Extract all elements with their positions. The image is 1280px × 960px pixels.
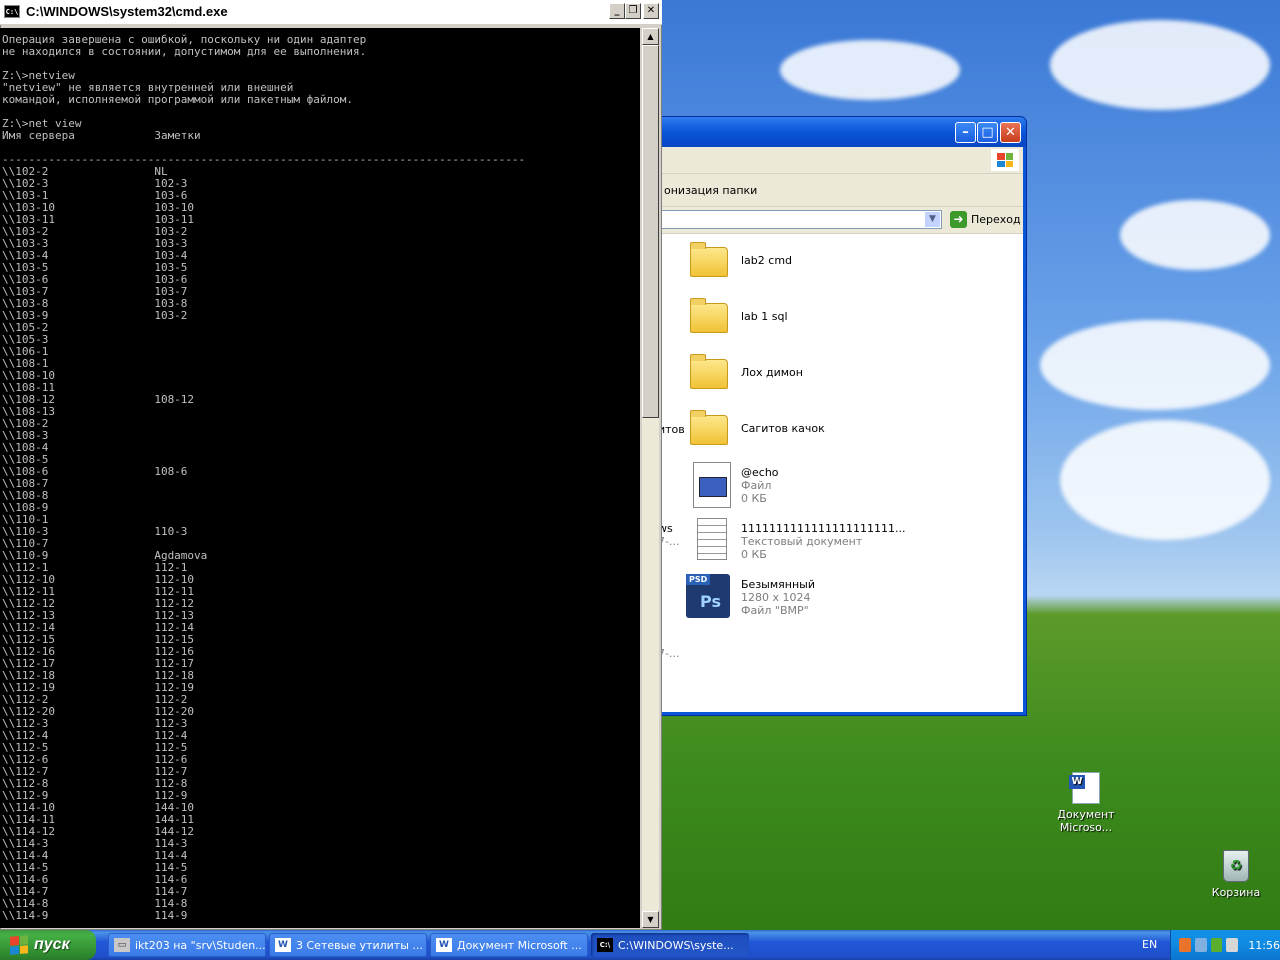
minimize-button[interactable]: _: [609, 3, 625, 19]
cmd-icon: C:\: [597, 938, 613, 952]
volume-tray-icon[interactable]: [1226, 938, 1239, 952]
cmd-titlebar[interactable]: C:\ C:\WINDOWS\system32\cmd.exe _ ❐ ✕: [0, 0, 662, 25]
file-item[interactable]: lab2 cmd: [690, 239, 990, 289]
console-output[interactable]: Операция завершена с ошибкой, поскольку …: [0, 28, 640, 928]
file-item[interactable]: @echo Файл 0 КБ: [690, 462, 990, 512]
taskbar-button-label: ikt203 на "srv\Studen...: [135, 938, 266, 952]
chevron-down-icon[interactable]: ▼: [925, 212, 940, 227]
cloud: [1060, 420, 1270, 540]
word-doc-icon: W: [1069, 772, 1100, 804]
restore-button[interactable]: ❐: [625, 3, 641, 19]
file-type: Файл: [741, 479, 772, 492]
folder-icon: [690, 351, 732, 393]
batch-file-icon: [690, 462, 732, 508]
taskbar: пуск ▭ ikt203 на "srv\Studen... W 3 Сете…: [0, 930, 1280, 960]
go-label: Переход: [971, 213, 1021, 226]
vertical-scrollbar[interactable]: ▲ ▼: [642, 28, 659, 928]
word-icon: W: [275, 938, 291, 952]
cmd-icon: C:\: [4, 5, 20, 18]
clock[interactable]: 11:56: [1248, 939, 1280, 952]
language-indicator[interactable]: EN: [1142, 938, 1157, 951]
cloud: [1120, 200, 1270, 270]
network-tray-icon[interactable]: [1194, 938, 1207, 952]
toolbar: онизация папки: [658, 174, 1023, 207]
taskbar-button[interactable]: ▭ ikt203 на "srv\Studen...: [108, 933, 266, 957]
scroll-down-button[interactable]: ▼: [642, 911, 659, 928]
photoshop-icon: PSD Ps: [686, 574, 732, 618]
file-name: @echo: [741, 466, 779, 479]
system-tray: 11:56: [1170, 930, 1280, 960]
close-button[interactable]: ✕: [643, 3, 659, 19]
start-button[interactable]: пуск: [0, 930, 96, 960]
close-button[interactable]: ✕: [1000, 122, 1021, 143]
explorer-body: онизация папки ▼ ➜ Переход итов ws 7-...…: [658, 147, 1023, 712]
file-size: 0 КБ: [741, 548, 767, 561]
file-name: Безымянный: [741, 578, 815, 591]
taskbar-button-label: Документ Microsoft ...: [457, 938, 582, 952]
file-name: lab2 cmd: [741, 254, 793, 267]
window-title: C:\WINDOWS\system32\cmd.exe: [26, 4, 228, 19]
file-size: 0 КБ: [741, 492, 767, 505]
file-name: Лох димон: [741, 366, 803, 379]
folder-icon: [690, 407, 732, 449]
address-input[interactable]: ▼: [658, 210, 942, 229]
cmd-window[interactable]: C:\ C:\WINDOWS\system32\cmd.exe _ ❐ ✕ Оп…: [0, 0, 662, 930]
folder-icon: [690, 295, 732, 337]
folder-organize-label[interactable]: онизация папки: [664, 184, 757, 197]
word-icon: W: [436, 938, 452, 952]
folder-icon: [690, 239, 732, 281]
left-pane-fragment: итов: [658, 423, 685, 436]
file-name: lab 1 sql: [741, 310, 788, 323]
file-name: Сагитов качок: [741, 422, 825, 435]
file-item[interactable]: Лох димон: [690, 351, 990, 401]
address-bar: ▼ ➜ Переход: [658, 207, 1023, 234]
taskbar-button[interactable]: W 3 Сетевые утилиты ...: [269, 933, 427, 957]
windows-logo-icon: [10, 935, 28, 955]
start-label: пуск: [34, 936, 70, 953]
desktop-icon-label: Документ Microso...: [1057, 808, 1115, 834]
file-name: 1111111111111111111111...: [741, 522, 906, 535]
nvidia-tray-icon[interactable]: [1210, 938, 1223, 952]
desktop-icon-recycle-bin[interactable]: ♻ Корзина: [1198, 850, 1274, 899]
cloud: [1050, 20, 1270, 110]
maximize-button[interactable]: □: [977, 122, 998, 143]
taskbar-button-active[interactable]: C:\ C:\WINDOWS\syste...: [591, 933, 749, 957]
file-item[interactable]: lab 1 sql: [690, 295, 990, 345]
file-item[interactable]: Сагитов качок: [690, 407, 990, 457]
go-button[interactable]: ➜ Переход: [950, 211, 1021, 228]
explorer-titlebar[interactable]: – □ ✕: [655, 117, 1026, 147]
desktop-icon-word-document[interactable]: W Документ Microso...: [1048, 772, 1124, 834]
desktop-icon-label: Корзина: [1211, 886, 1261, 899]
taskbar-button-label: C:\WINDOWS\syste...: [618, 938, 734, 952]
scroll-thumb[interactable]: [642, 45, 659, 418]
text-document-icon: [690, 518, 732, 560]
arrow-right-icon: ➜: [950, 211, 967, 228]
app-tray-icon[interactable]: [1179, 938, 1191, 952]
explorer-window[interactable]: – □ ✕ онизация папки ▼ ➜ Переход итов ws…: [655, 117, 1026, 715]
file-dimensions: 1280 x 1024: [741, 591, 811, 604]
windows-logo-icon: [991, 149, 1019, 171]
minimize-button[interactable]: –: [955, 122, 976, 143]
file-type: Файл "BMP": [741, 604, 809, 617]
menu-bar: [658, 147, 1023, 174]
network-drive-icon: ▭: [114, 938, 130, 952]
file-item[interactable]: 1111111111111111111111... Текстовый доку…: [690, 518, 990, 568]
scroll-up-button[interactable]: ▲: [642, 28, 659, 45]
file-item[interactable]: PSD Ps Безымянный 1280 x 1024 Файл "BMP": [686, 574, 990, 624]
console-text: Операция завершена с ошибкой, поскольку …: [2, 33, 526, 922]
taskbar-button-label: 3 Сетевые утилиты ...: [296, 938, 423, 952]
taskbar-button[interactable]: W Документ Microsoft ...: [430, 933, 588, 957]
file-type: Текстовый документ: [741, 535, 863, 548]
cloud: [780, 40, 960, 100]
cloud: [1040, 320, 1270, 410]
recycle-bin-icon: ♻: [1223, 850, 1249, 882]
